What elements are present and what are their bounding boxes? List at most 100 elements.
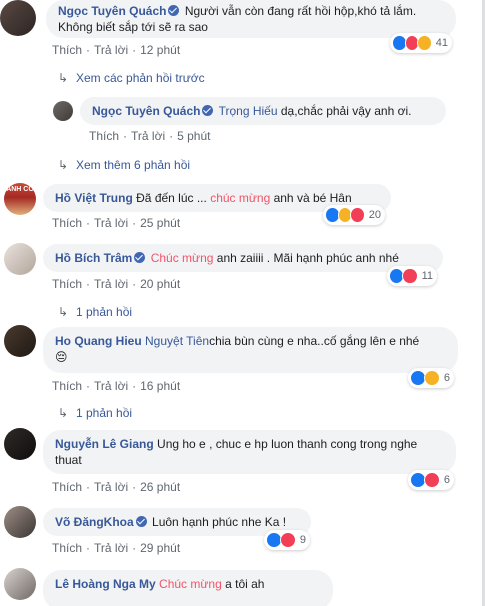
reply-bubble: Ngọc Tuyên Quách Trọng Hiếu dạ,chắc phải… — [80, 97, 446, 125]
reply-mention[interactable]: Trọng Hiếu — [219, 104, 278, 118]
like-link[interactable]: Thích — [52, 43, 82, 57]
reaction-count: 6 — [443, 474, 450, 486]
comment-bubble: Hồ Bích Trâm Chúc mừng anh zaiiii . Mãi … — [43, 244, 443, 272]
avatar[interactable] — [53, 101, 73, 121]
reply-arrow-icon: ↳ — [58, 158, 69, 172]
reply-author[interactable]: Ngọc Tuyên Quách — [92, 104, 200, 118]
view-more-replies-link[interactable]: ↳ Xem thêm 6 phản hồi — [58, 158, 190, 172]
separator: · — [123, 129, 128, 143]
avatar[interactable]: ANH CÓ — [4, 183, 36, 215]
timestamp[interactable]: 5 phút — [177, 129, 210, 143]
love-reaction-icon — [423, 472, 440, 488]
view-replies-link[interactable]: ↳ 1 phản hồi — [58, 406, 132, 420]
avatar[interactable] — [4, 243, 36, 275]
reply-link[interactable]: Trả lời — [94, 216, 128, 230]
love-reaction-icon — [279, 532, 296, 548]
comment-author[interactable]: Nguyễn Lê Giang — [55, 437, 154, 451]
timestamp[interactable]: 16 phút — [140, 379, 180, 393]
love-reaction-icon — [350, 207, 365, 223]
separator: · — [86, 43, 91, 57]
separator: · — [169, 129, 174, 143]
avatar[interactable] — [4, 428, 36, 460]
comment-highlight: Chúc mừng — [150, 251, 214, 265]
avatar-label: ANH CÓ — [6, 186, 34, 193]
haha-reaction-icon — [423, 370, 440, 386]
like-link[interactable]: Thích — [52, 480, 82, 494]
verified-icon — [135, 516, 147, 527]
view-more-replies-label: Xem thêm 6 phản hồi — [76, 158, 191, 172]
reaction-summary[interactable]: 6 — [408, 470, 454, 490]
comment-author[interactable]: Ngọc Tuyên Quách — [58, 4, 166, 18]
timestamp[interactable]: 29 phút — [140, 541, 180, 555]
comment-bubble: Nguyễn Lê Giang Ung ho e , chuc e hp luo… — [43, 430, 456, 474]
love-reaction-icon — [402, 268, 418, 284]
comment-text: chia bùn cùng e nha..cố gắng lên e nhé — [209, 334, 420, 348]
comment-highlight: chúc mừng — [210, 191, 271, 205]
reaction-count: 6 — [443, 372, 450, 384]
reaction-summary[interactable]: 11 — [387, 266, 437, 286]
comment-bubble: Lê Hoàng Nga My Chúc mừng a tôi ah — [43, 570, 333, 606]
comment-actions: Thích · Trả lời · 26 phút — [52, 480, 180, 494]
timestamp[interactable]: 25 phút — [140, 216, 180, 230]
comment-author[interactable]: Ho Quang Hieu — [55, 334, 142, 348]
comments-panel: Ngọc Tuyên Quách Người vẫn còn đang rất … — [0, 0, 485, 606]
avatar[interactable] — [4, 506, 36, 538]
comment-bubble: Ngọc Tuyên Quách Người vẫn còn đang rất … — [46, 0, 456, 38]
reply-link[interactable]: Trả lời — [94, 277, 128, 291]
verified-icon — [202, 105, 214, 116]
reaction-summary[interactable]: 20 — [323, 205, 385, 225]
separator: · — [132, 379, 137, 393]
reaction-count: 9 — [299, 534, 306, 546]
emoji: 😔 — [55, 350, 68, 364]
comment-author[interactable]: Lê Hoàng Nga My — [55, 577, 156, 591]
view-previous-replies-label: Xem các phản hồi trước — [76, 71, 205, 85]
separator: · — [132, 216, 137, 230]
view-replies-link[interactable]: ↳ 1 phản hồi — [58, 305, 132, 319]
reply-link[interactable]: Trả lời — [131, 129, 165, 143]
timestamp[interactable]: 26 phút — [140, 480, 180, 494]
separator: · — [132, 277, 137, 291]
like-link[interactable]: Thích — [52, 541, 82, 555]
comment-mention[interactable]: Nguyệt Tiên — [145, 334, 209, 348]
like-link[interactable]: Thích — [52, 216, 82, 230]
separator: · — [86, 541, 91, 555]
avatar[interactable] — [4, 568, 36, 600]
separator: · — [86, 216, 91, 230]
reaction-count: 41 — [435, 37, 448, 49]
avatar[interactable] — [4, 325, 36, 357]
separator: · — [86, 277, 91, 291]
comment-text-after: a tôi ah — [221, 577, 265, 591]
reply-link[interactable]: Trả lời — [94, 379, 128, 393]
comment-actions: Thích · Trả lời · 29 phút — [52, 541, 180, 555]
view-previous-replies-link[interactable]: ↳ Xem các phản hồi trước — [58, 71, 205, 85]
comment-actions: Thích · Trả lời · 12 phút — [52, 43, 180, 57]
view-replies-label: 1 phản hồi — [76, 305, 133, 319]
reaction-summary[interactable]: 41 — [390, 33, 452, 53]
separator: · — [86, 379, 91, 393]
comment-text-before: Đã đến lúc ... — [136, 191, 211, 205]
like-link[interactable]: Thích — [52, 379, 82, 393]
reaction-count: 20 — [368, 209, 381, 221]
reply-link[interactable]: Trả lời — [94, 541, 128, 555]
timestamp[interactable]: 20 phút — [140, 277, 180, 291]
reaction-summary[interactable]: 9 — [264, 530, 310, 550]
comment-author[interactable]: Võ ĐăngKhoa — [55, 515, 134, 529]
avatar[interactable] — [0, 0, 36, 36]
reply-arrow-icon: ↳ — [58, 305, 69, 319]
comment-author[interactable]: Hồ Bích Trâm — [55, 251, 132, 265]
reply-link[interactable]: Trả lời — [94, 43, 128, 57]
timestamp[interactable]: 12 phút — [140, 43, 180, 57]
reply-link[interactable]: Trả lời — [94, 480, 128, 494]
reply-text: dạ,chắc phải vậy anh ơi. — [277, 104, 412, 118]
like-link[interactable]: Thích — [89, 129, 119, 143]
reply-actions: Thích · Trả lời · 5 phút — [89, 129, 210, 143]
reaction-summary[interactable]: 6 — [408, 368, 454, 388]
separator: · — [132, 541, 137, 555]
reply-arrow-icon: ↳ — [58, 406, 69, 420]
view-replies-label: 1 phản hồi — [76, 406, 133, 420]
like-link[interactable]: Thích — [52, 277, 82, 291]
comment-author[interactable]: Hồ Việt Trung — [55, 191, 133, 205]
comment-highlight: Chúc mừng — [159, 577, 222, 591]
comment-text: Luôn hạnh phúc nhe Ka ! — [152, 515, 287, 529]
verified-icon — [134, 252, 146, 263]
